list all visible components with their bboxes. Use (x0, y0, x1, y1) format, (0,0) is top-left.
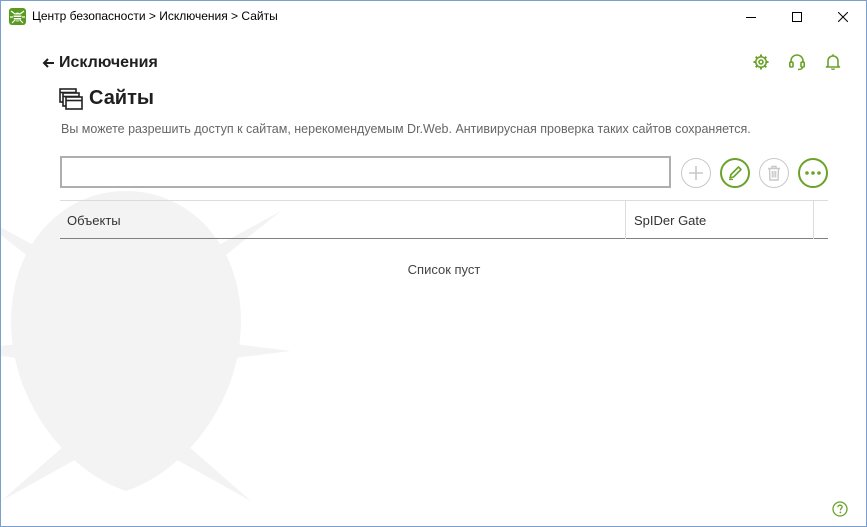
minimize-icon (746, 16, 756, 18)
back-link-label: Исключения (59, 54, 158, 71)
window-title: Центр безопасности > Исключения > Сайты (32, 9, 278, 23)
pencil-icon (729, 166, 742, 181)
site-url-input[interactable] (60, 156, 671, 188)
page-title-block: Сайты (59, 87, 154, 110)
close-button[interactable] (820, 1, 866, 32)
edit-button[interactable] (720, 158, 750, 188)
column-header-objects[interactable]: Объекты (60, 201, 626, 239)
close-icon (838, 11, 848, 22)
maximize-button[interactable] (774, 1, 820, 32)
page-description: Вы можете разрешить доступ к сайтам, нер… (61, 122, 751, 136)
question-circle-icon[interactable] (832, 501, 848, 517)
more-button[interactable] (798, 158, 828, 188)
page-title: Сайты (89, 87, 154, 109)
minimize-button[interactable] (728, 1, 774, 32)
arrow-left-icon (42, 58, 54, 68)
title-bar: Центр безопасности > Исключения > Сайты (1, 1, 866, 32)
bell-icon[interactable] (824, 53, 842, 71)
gear-icon[interactable] (752, 53, 770, 71)
trash-icon (768, 165, 780, 181)
table-header: Объекты SpIDer Gate (60, 200, 828, 239)
add-button[interactable] (681, 158, 711, 188)
delete-button[interactable] (759, 158, 789, 188)
maximize-icon (792, 11, 802, 22)
exclusions-table: Объекты SpIDer Gate Список пуст (60, 200, 828, 277)
back-link[interactable]: Исключения (42, 54, 158, 72)
headset-icon[interactable] (788, 53, 806, 71)
app-window: Центр безопасности > Исключения > Сайты … (0, 0, 867, 527)
browser-windows-icon (59, 87, 83, 110)
plus-icon (689, 166, 703, 180)
drweb-spider-logo-icon (9, 8, 26, 25)
empty-list-message: Список пуст (407, 262, 481, 277)
more-dots-icon (805, 171, 821, 175)
column-header-spider-gate[interactable]: SpIDer Gate (626, 201, 814, 239)
